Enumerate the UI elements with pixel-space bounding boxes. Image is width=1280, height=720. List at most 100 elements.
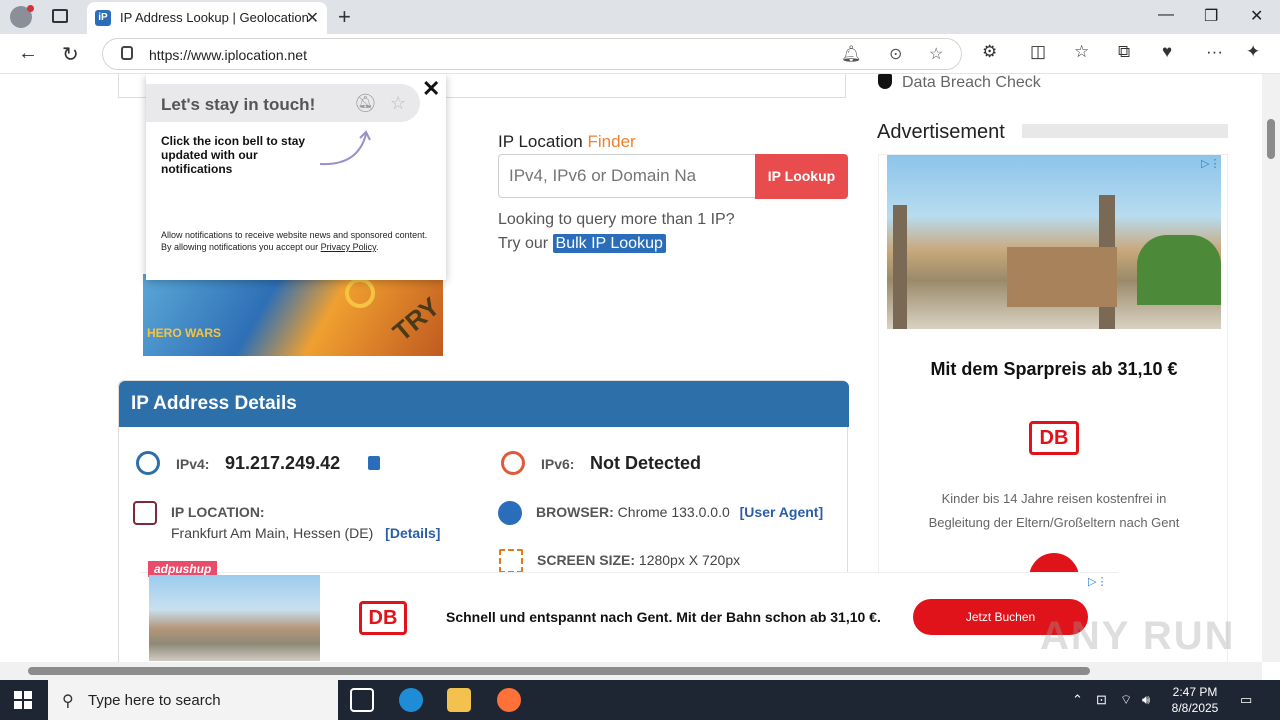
- screen-size-icon: [499, 549, 523, 573]
- ipv4-label: IPv4:: [176, 456, 210, 472]
- horizontal-scroll-thumb[interactable]: [28, 667, 1090, 675]
- sticky-ad-photo: [149, 575, 320, 661]
- profile-status-dot: [27, 5, 34, 12]
- horizontal-scrollbar[interactable]: [0, 662, 1262, 680]
- taskbar-clock[interactable]: 2:47 PM 8/8/2025: [1160, 684, 1230, 716]
- try-line: Try our Bulk IP Lookup: [498, 232, 735, 256]
- sticky-ad-choices-icon[interactable]: ▷⋮: [1088, 575, 1107, 588]
- vertical-scroll-thumb[interactable]: [1267, 119, 1275, 159]
- screen-label: SCREEN SIZE:: [537, 552, 636, 568]
- taskbar-search-placeholder: Type here to search: [88, 692, 221, 709]
- breach-label: Data Breach Check: [902, 74, 1041, 91]
- collections-icon[interactable]: ⧉: [1118, 42, 1130, 62]
- tab-title: IP Address Lookup | Geolocation: [120, 10, 309, 25]
- db-ad-sub-1: Kinder bis 14 Jahre reisen kostenfrei in: [941, 491, 1167, 506]
- screen-line: SCREEN SIZE: 1280px X 720px: [537, 552, 740, 568]
- ipv4-value: 91.217.249.42: [225, 453, 341, 473]
- popup-body: Click the icon bell to stay updated with…: [161, 134, 306, 176]
- location-value: Frankfurt Am Main, Hessen (DE): [171, 525, 374, 541]
- file-explorer-icon[interactable]: [447, 688, 471, 712]
- clock-time: 2:47 PM: [1172, 685, 1218, 699]
- ipv6-label: IPv6:: [541, 456, 575, 472]
- search-icon: ⚲: [62, 693, 74, 710]
- ip-lookup-button[interactable]: IP Lookup: [755, 154, 848, 199]
- windows-taskbar: ⚲ Type here to search ⌃ ⊡ ⌔ 🔊︎ 2:47 PM 8…: [0, 680, 1280, 720]
- favorites-icon[interactable]: ☆: [1074, 42, 1089, 62]
- lock-icon[interactable]: [121, 46, 133, 60]
- extensions-icon[interactable]: ⚙: [982, 42, 997, 62]
- notification-bell-icon[interactable]: 🔔︎: [841, 44, 861, 64]
- tray-chevron-icon[interactable]: ⌃: [1072, 692, 1083, 708]
- copy-icon[interactable]: [368, 456, 380, 470]
- task-view-icon[interactable]: [350, 688, 374, 712]
- muted-bell-icon[interactable]: 🔕︎: [354, 93, 377, 114]
- split-screen-icon[interactable]: ◫: [1030, 42, 1046, 62]
- ip-search-input[interactable]: [498, 154, 756, 198]
- more-menu-icon[interactable]: ···: [1206, 42, 1223, 62]
- ipv6-value: Not Detected: [590, 453, 702, 473]
- refresh-icon[interactable]: ↻: [62, 42, 79, 67]
- firefox-taskbar-icon[interactable]: [497, 688, 521, 712]
- back-icon[interactable]: ←: [18, 42, 38, 65]
- edge-taskbar-icon[interactable]: [399, 688, 423, 712]
- browser-line: BROWSER: Chrome 133.0.0.0 [User Agent]: [536, 504, 823, 520]
- close-tab-icon[interactable]: ✕: [306, 8, 319, 28]
- address-bar[interactable]: https://www.iplocation.net 🔔︎ ⊙ ☆: [102, 38, 962, 70]
- location-details-link[interactable]: [Details]: [385, 525, 440, 541]
- tray-wifi-icon[interactable]: ⌔: [1120, 692, 1132, 708]
- ipv4-pin-icon: [136, 451, 160, 475]
- tree-shape: [1137, 235, 1221, 305]
- ad-choices-icon[interactable]: ▷⋮: [1201, 157, 1220, 170]
- tab-bar: iP IP Address Lookup | Geolocation ✕ + —…: [0, 0, 1280, 34]
- legal-prefix: Allow notifications to receive website n…: [161, 230, 428, 252]
- sticky-bottom-ad[interactable]: adpushup DB Schnell und entspannt nach G…: [140, 561, 1118, 662]
- copilot-icon[interactable]: ✦: [1246, 42, 1260, 62]
- tray-network-icon[interactable]: ⊡: [1096, 692, 1107, 708]
- legal-suffix: .: [375, 242, 379, 252]
- taskbar-search[interactable]: ⚲ Type here to search: [48, 680, 338, 720]
- game-try-label[interactable]: TRY: [387, 291, 443, 348]
- sticky-db-logo: DB: [359, 601, 407, 635]
- location-label: IP LOCATION:: [171, 504, 265, 520]
- url-text[interactable]: https://www.iplocation.net: [149, 47, 307, 63]
- restore-icon[interactable]: ❐: [1204, 6, 1218, 26]
- city-square-photo: [887, 155, 1221, 329]
- db-ad-subtext: Kinder bis 14 Jahre reisen kostenfrei in…: [879, 487, 1229, 535]
- browser-label: BROWSER:: [536, 504, 614, 520]
- location-line: Frankfurt Am Main, Hessen (DE) [Details]: [171, 525, 440, 541]
- screen-value: 1280px X 720px: [638, 552, 741, 568]
- data-breach-link[interactable]: Data Breach Check: [878, 74, 1041, 92]
- browser-toolbar: ← ↻ https://www.iplocation.net 🔔︎ ⊙ ☆ ⚙ …: [0, 34, 1280, 74]
- game-ad-banner[interactable]: HERO WARS TRY: [143, 274, 443, 356]
- browser-value: Chrome 133.0.0.0: [617, 504, 730, 520]
- close-window-icon[interactable]: ✕: [1250, 6, 1263, 26]
- notification-popup: Let's stay in touch! 🔕︎ ☆ ✕ Click the ic…: [146, 74, 446, 280]
- user-agent-link[interactable]: [User Agent]: [740, 504, 824, 520]
- game-ring-graphic: [345, 278, 375, 308]
- clock-date: 8/8/2025: [1171, 701, 1219, 715]
- web-page: HERO WARS TRY Let's stay in touch! 🔕︎ ☆ …: [0, 74, 1262, 662]
- site-favicon-icon: iP: [95, 10, 111, 26]
- db-ad-sub-2: Begleitung der Eltern/Großeltern nach Ge…: [928, 515, 1180, 530]
- tab-actions-icon[interactable]: [52, 9, 68, 23]
- globe-icon: [498, 501, 522, 525]
- favorite-star-icon[interactable]: ☆: [929, 44, 943, 64]
- notification-center-icon[interactable]: ▭: [1240, 692, 1252, 708]
- details-heading: IP Address Details: [131, 393, 297, 414]
- star-icon: ☆: [390, 93, 407, 113]
- windows-start-icon[interactable]: [14, 691, 32, 709]
- try-prefix: Try our: [498, 235, 549, 252]
- details-header: IP Address Details: [119, 381, 849, 427]
- new-tab-icon[interactable]: +: [338, 4, 351, 30]
- tab-active[interactable]: iP IP Address Lookup | Geolocation ✕: [87, 2, 327, 34]
- minimize-icon[interactable]: —: [1158, 6, 1174, 24]
- privacy-policy-link[interactable]: Privacy Policy: [321, 242, 376, 252]
- tray-volume-icon[interactable]: 🔊︎: [1142, 692, 1150, 708]
- bulk-ip-lookup-link[interactable]: Bulk IP Lookup: [552, 234, 666, 253]
- close-popup-icon[interactable]: ✕: [422, 76, 440, 102]
- vertical-scrollbar[interactable]: [1262, 74, 1280, 662]
- finder-label-accent: Finder: [587, 132, 636, 151]
- read-aloud-icon[interactable]: ⊙: [889, 44, 902, 64]
- ipv6-pin-icon: [501, 451, 525, 475]
- browser-essentials-icon[interactable]: ♥: [1162, 42, 1172, 62]
